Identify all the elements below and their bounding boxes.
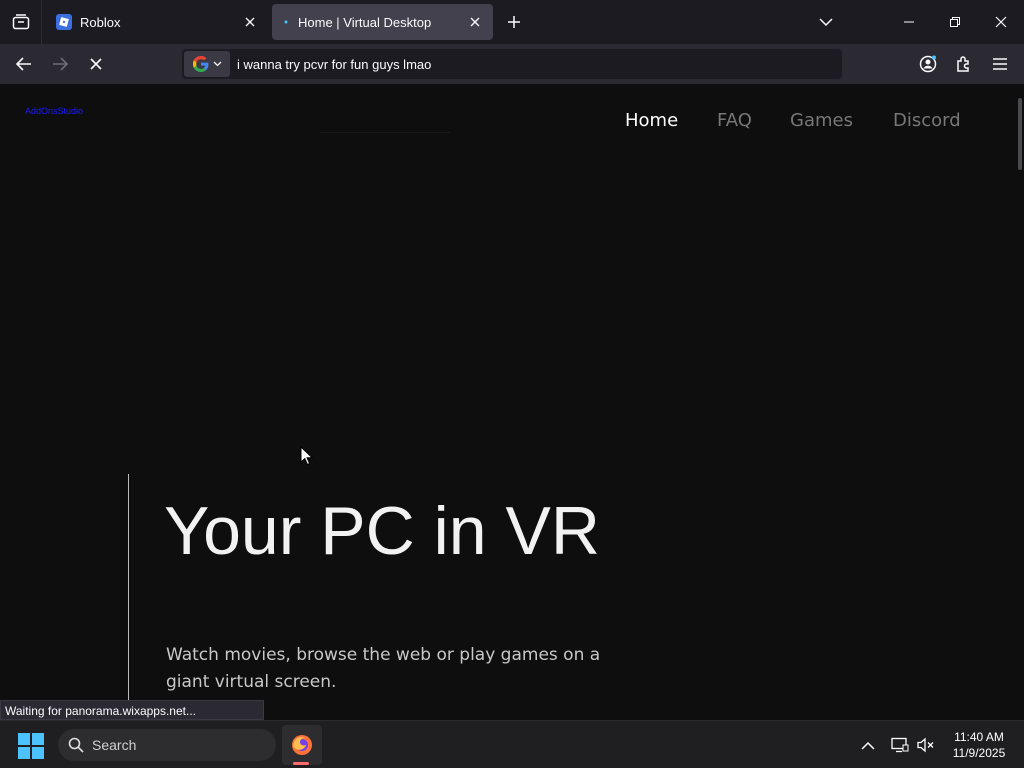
account-icon (919, 55, 937, 73)
chevron-down-icon (213, 61, 221, 67)
address-bar[interactable] (182, 49, 842, 79)
tab-virtual-desktop[interactable]: Home | Virtual Desktop (272, 4, 493, 40)
clock-date: 11/9/2025 (952, 746, 1006, 760)
nav-link-discord[interactable]: Discord (893, 110, 961, 131)
google-icon (192, 56, 208, 72)
close-window-button[interactable] (978, 0, 1024, 44)
new-tab-button[interactable] (502, 10, 526, 34)
tab-strip: Roblox Home | Virtual Desktop (0, 0, 1024, 44)
close-tab-icon[interactable] (242, 14, 258, 30)
arrow-right-icon (53, 57, 68, 71)
taskbar-firefox-button[interactable] (282, 725, 322, 765)
plus-icon (508, 16, 520, 28)
active-app-indicator (293, 762, 309, 765)
tab-roblox[interactable]: Roblox (46, 4, 268, 40)
arrow-left-icon (16, 57, 31, 71)
url-input[interactable] (230, 56, 842, 72)
navigation-toolbar (0, 44, 1024, 84)
system-clock[interactable]: 11:40 AM 11/9/2025 (944, 729, 1014, 761)
screen: Roblox Home | Virtual Desktop i wanna tr… (0, 0, 1024, 768)
close-icon (995, 16, 1007, 28)
tab-overview-button[interactable] (0, 0, 42, 44)
nav-link-home[interactable]: Home (625, 110, 678, 131)
mouse-cursor-icon (300, 446, 314, 466)
tab-title: Home | Virtual Desktop (298, 14, 432, 30)
minimize-button[interactable] (886, 0, 932, 44)
page-scrollbar[interactable] (1018, 98, 1022, 170)
account-button[interactable] (914, 50, 942, 78)
search-engine-button[interactable] (184, 51, 230, 77)
restore-icon (950, 17, 960, 27)
nav-link-faq[interactable]: FAQ (717, 110, 752, 131)
site-logo[interactable]: AddOnsStudio (25, 106, 83, 116)
nav-link-games[interactable]: Games (790, 110, 853, 131)
roblox-icon (56, 14, 72, 30)
tab-overview-icon (12, 14, 29, 30)
divider (320, 132, 450, 133)
extensions-button[interactable] (950, 50, 978, 78)
network-monitor-icon (891, 737, 909, 753)
site-navigation: Home FAQ Games Discord (600, 110, 980, 134)
search-label: Search (92, 737, 137, 753)
close-tab-icon[interactable] (467, 14, 483, 30)
close-icon (90, 58, 102, 70)
firefox-icon (292, 735, 312, 755)
windows-logo-icon (18, 733, 30, 745)
chevron-up-icon (861, 741, 875, 750)
web-page: AddOnsStudio Home FAQ Games Discord Your… (0, 84, 1024, 720)
hero-subtitle: Watch movies, browse the web or play gam… (166, 645, 601, 692)
network-button[interactable] (888, 733, 912, 757)
puzzle-icon (957, 56, 969, 72)
loading-dot-icon (282, 14, 298, 30)
speaker-muted-icon (917, 737, 934, 753)
volume-button[interactable] (914, 733, 938, 757)
forward-button[interactable] (46, 50, 74, 78)
stop-loading-button[interactable] (82, 50, 110, 78)
list-all-tabs-button[interactable] (814, 10, 838, 34)
taskbar: Search 11:40 AM 11/9/2025 (0, 720, 1024, 768)
back-button[interactable] (10, 50, 38, 78)
hamburger-icon (993, 58, 1007, 70)
search-icon (68, 737, 84, 753)
taskbar-search[interactable]: Search (58, 729, 276, 761)
show-hidden-icons-button[interactable] (856, 733, 880, 757)
hero-vertical-line (128, 474, 129, 720)
start-button[interactable] (18, 733, 44, 759)
app-menu-button[interactable] (986, 50, 1014, 78)
status-panel: Waiting for panorama.wixapps.net... (0, 700, 264, 720)
restore-button[interactable] (932, 0, 978, 44)
hero-title: Your PC in VR (164, 493, 600, 569)
clock-time: 11:40 AM (954, 730, 1004, 744)
minimize-icon (904, 21, 914, 23)
tab-title: Roblox (80, 14, 121, 30)
chevron-down-icon (819, 18, 833, 27)
